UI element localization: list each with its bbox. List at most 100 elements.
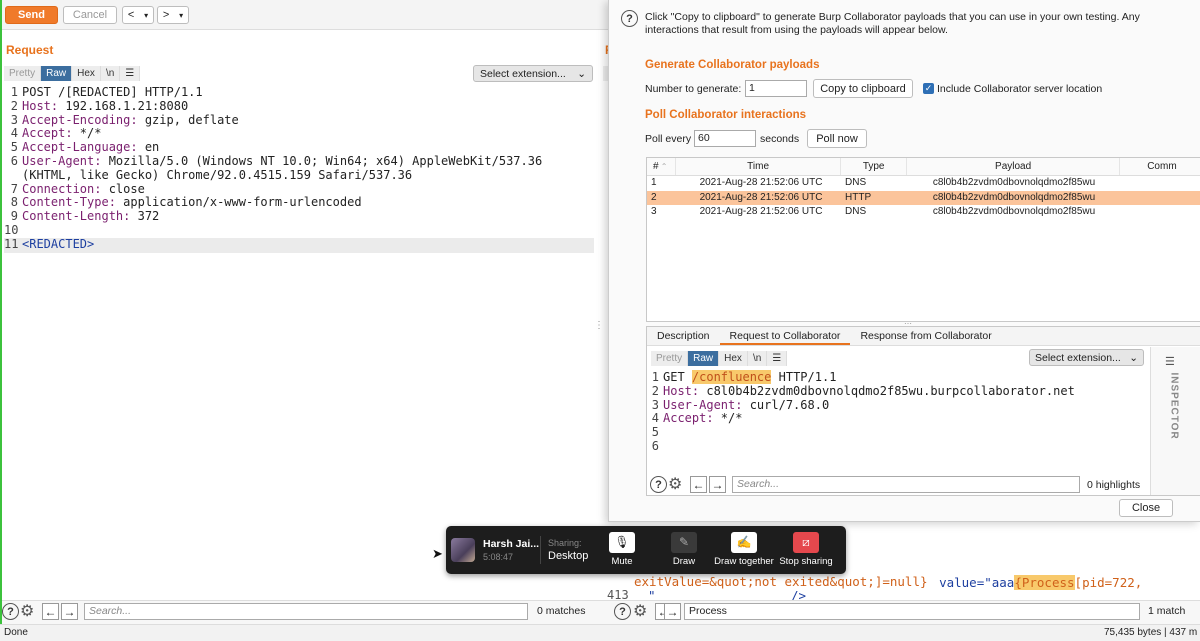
column-header-type[interactable]: Type (840, 158, 906, 175)
draw-together-button[interactable]: ✍ Draw together (712, 532, 776, 570)
column-header-time[interactable]: Time (674, 158, 840, 175)
detail-editor[interactable]: 1 GET /confluence HTTP/1.1 2 Host: c8l0b4b2… (651, 370, 1146, 461)
forward-dropdown-icon: ▾ (179, 10, 184, 20)
response-help-icon[interactable]: ? (614, 603, 631, 620)
poll-interval-input[interactable]: 60 (694, 130, 756, 147)
status-bytes: 75,435 bytes | 437 m (1104, 627, 1198, 638)
table-cell-time: 2021-Aug-28 21:52:06 UTC (699, 177, 823, 188)
detail-line: 3 User-Agent: curl/7.68.0 (651, 397, 1146, 413)
response-snippet-line2: exitValue=&quot;not exited&quot;]=null} (634, 574, 928, 589)
detail-line: 4 Accept: */* (651, 411, 1146, 426)
header-value: curl/7.68.0 (742, 397, 830, 412)
status-bar (0, 624, 1200, 641)
back-button[interactable]: < ▾ (122, 6, 154, 24)
pencil-icon: ✎ (671, 532, 697, 553)
detail-search-input[interactable]: Search... (732, 476, 1080, 493)
interaction-detail-panel: Description Request to Collaborator Resp… (646, 326, 1200, 496)
header-name: Connection: (22, 181, 102, 196)
header-name: User-Agent: (22, 153, 102, 168)
header-name: Accept: (663, 411, 714, 426)
next-match-arrow-icon[interactable]: → (61, 603, 78, 620)
mute-button[interactable]: 🎙 Mute (608, 532, 636, 570)
request-match-count: 0 matches (537, 605, 586, 617)
response-settings-gear-icon[interactable]: ⚙ (633, 601, 647, 621)
column-header-comment[interactable]: Comm (1119, 158, 1200, 175)
header-name: Accept-Language: (22, 140, 138, 155)
detail-chevron-down-icon: ⌄ (1129, 351, 1138, 364)
detail-select-extension-dropdown[interactable]: Select extension... ⌄ (1029, 349, 1144, 366)
draw-button[interactable]: ✎ Draw (668, 532, 700, 570)
include-location-checkbox[interactable]: ✓ (923, 83, 934, 94)
header-name: Accept: (22, 126, 73, 141)
forward-button[interactable]: > ▾ (157, 6, 189, 24)
column-header-payload[interactable]: Payload (906, 158, 1119, 175)
detail-help-icon[interactable]: ? (650, 476, 667, 493)
request-method: GET (663, 370, 692, 384)
request-search-input[interactable]: Search... (84, 603, 528, 620)
header-name: Accept-Encoding: (22, 112, 138, 127)
detail-tab-pretty[interactable]: Pretty (651, 351, 689, 366)
response-next-match-arrow-icon-visible[interactable]: → (664, 603, 681, 620)
tab-raw[interactable]: Raw (41, 66, 73, 81)
table-row[interactable]: 2 2021-Aug-28 21:52:06 UTC HTTP c8l0b4b2zvd… (647, 190, 1200, 205)
detail-tab-newline[interactable]: \n (747, 351, 768, 366)
tab-newline[interactable]: \n (100, 66, 121, 81)
copy-to-clipboard-button[interactable]: Copy to clipboard (813, 79, 913, 98)
column-header-number[interactable]: # ⌃ (647, 158, 675, 175)
response-search-input[interactable]: Process (684, 603, 1140, 620)
previous-match-arrow-icon[interactable]: ← (42, 603, 59, 620)
detail-line: 2 Host: c8l0b4b2zvdm0dbovnolqdmo2f85wu.bu… (651, 383, 1146, 399)
tab-hex[interactable]: Hex (72, 66, 101, 81)
tab-response-from-collaborator[interactable]: Response from Collaborator (850, 327, 1001, 345)
line-number: 1 (651, 370, 659, 384)
panel-divider-handle[interactable]: ⋮ (594, 320, 604, 331)
inspector-menu-icon[interactable]: ☰ (1165, 355, 1175, 368)
table-cell-type: DNS (845, 177, 867, 188)
stop-sharing-icon: ⧄ (793, 532, 819, 553)
settings-gear-icon[interactable]: ⚙ (20, 601, 34, 621)
tab-description[interactable]: Description (647, 327, 720, 345)
detail-tab-hex[interactable]: Hex (719, 351, 748, 366)
tab-pretty[interactable]: Pretty (4, 66, 42, 81)
detail-line: 6 (651, 439, 1146, 454)
mouse-cursor-icon: ➤ (432, 546, 443, 561)
microphone-icon: 🎙 (609, 532, 635, 553)
help-icon[interactable]: ? (2, 603, 19, 620)
cancel-button[interactable]: Cancel (63, 6, 117, 24)
detail-tab-raw[interactable]: Raw (688, 351, 720, 366)
detail-next-arrow-icon[interactable]: → (709, 476, 726, 493)
detail-previous-arrow-icon[interactable]: ← (690, 476, 707, 493)
select-extension-label: Select extension... (480, 67, 566, 80)
header-name: Host: (663, 383, 700, 398)
request-line: 9 Content-Length: 372 (4, 209, 596, 224)
request-editor[interactable]: 1 POST /[REDACTED] HTTP/1.1 2 Host: 192.168… (4, 85, 596, 516)
stop-sharing-button[interactable]: ⧄ Stop sharing (778, 532, 834, 570)
table-row[interactable]: 1 2021-Aug-28 21:52:06 UTC DNS c8l0b4b2zvdm… (647, 176, 1200, 191)
inspector-sidebar[interactable]: ☰ INSPECTOR (1150, 347, 1200, 495)
request-line: 7 Connection: close (4, 181, 596, 197)
number-to-generate-label: Number to generate: (645, 83, 742, 95)
tab-request-to-collaborator[interactable]: Request to Collaborator (719, 327, 851, 345)
sharing-label: Sharing: (548, 538, 582, 548)
collaborator-help-icon[interactable]: ? (621, 10, 638, 27)
snippet-rest: [pid=722, (1074, 575, 1143, 590)
detail-settings-gear-icon[interactable]: ⚙ (668, 474, 682, 494)
header-name: Content-Type: (22, 195, 116, 210)
interactions-table: # ⌃ Time Type Payload Comm 1 2021-Aug-28 … (646, 157, 1200, 322)
header-value: POST /[REDACTED] HTTP/1.1 (22, 85, 203, 99)
request-line: 11 <REDACTED> (4, 237, 596, 252)
send-button[interactable]: Send (5, 6, 58, 24)
header-value: application/x-www-form-urlencoded (115, 195, 362, 210)
menu-icon[interactable]: ☰ (120, 66, 141, 81)
number-to-generate-input[interactable]: 1 (745, 80, 807, 97)
snippet-prefix: value="aaa (939, 575, 1015, 590)
select-extension-dropdown[interactable]: Select extension... ⌄ (473, 65, 593, 82)
poll-now-button[interactable]: Poll now (807, 129, 867, 148)
detail-menu-icon[interactable]: ☰ (767, 351, 788, 366)
request-view-tabs: Pretty Raw Hex \n ☰ (4, 66, 141, 81)
header-value: (KHTML, like Gecko) Chrome/92.0.4515.159… (22, 167, 413, 182)
table-row[interactable]: 3 2021-Aug-28 21:52:06 UTC DNS c8l0b4b2zvdm… (647, 205, 1200, 220)
header-value: Mozilla/5.0 (Windows NT 10.0; Win64; x64… (101, 153, 543, 168)
close-button[interactable]: Close (1119, 499, 1173, 517)
inspector-label[interactable]: INSPECTOR (1169, 373, 1180, 453)
